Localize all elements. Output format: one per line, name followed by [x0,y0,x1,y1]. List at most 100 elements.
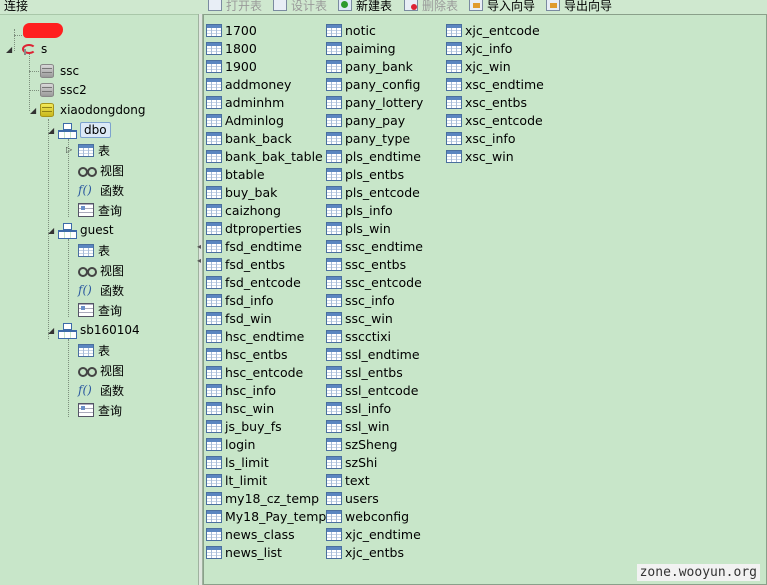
collapse-arrow-icon[interactable]: ◢ [48,226,54,235]
table-list-item[interactable]: hsc_win [206,399,274,417]
import-wizard-button[interactable]: 导入向导 [469,0,535,13]
table-list-item[interactable]: users [326,489,379,507]
table-list-item[interactable]: bank_back [206,129,292,147]
tree-item-tables[interactable]: 表 [78,241,110,259]
schema-node-sb160104[interactable]: sb160104 [58,321,140,339]
table-list-item[interactable]: xjc_entcode [446,21,540,39]
tree-item-queries[interactable]: 查询 [78,401,122,419]
table-list-item[interactable]: ssc_win [326,309,393,327]
table-list-item[interactable]: pls_endtime [326,147,421,165]
tree-item-views[interactable]: 视图 [78,261,124,279]
table-list-item[interactable]: Adminlog [206,111,284,129]
table-list-item[interactable]: xjc_entbs [326,543,404,561]
table-list-item[interactable]: pany_lottery [326,93,423,111]
table-list-item[interactable]: lt_limit [206,471,267,489]
table-list-item[interactable]: fsd_endtime [206,237,302,255]
table-list-item[interactable]: ssl_entcode [326,381,418,399]
table-list-item[interactable]: pany_type [326,129,410,147]
expand-arrow-icon[interactable]: ▷ [66,145,72,154]
table-list-item[interactable]: xsc_entcode [446,111,543,129]
table-list-item[interactable]: ssl_info [326,399,391,417]
tree-item-queries[interactable]: 查询 [78,201,122,219]
table-list-item[interactable]: ssc_entcode [326,273,422,291]
table-list-item[interactable]: xjc_endtime [326,525,421,543]
table-list-item[interactable]: paiming [326,39,396,57]
table-list-item[interactable]: fsd_entbs [206,255,285,273]
table-list-item[interactable]: addmoney [206,75,291,93]
tree-item-views[interactable]: 视图 [78,361,124,379]
new-table-button[interactable]: 新建表 [338,0,392,13]
collapse-arrow-icon[interactable]: ◢ [30,106,36,115]
splitter-grip-icon[interactable] [197,240,202,270]
table-list-item[interactable]: szSheng [326,435,397,453]
table-list-item[interactable]: xjc_win [446,57,511,75]
database-node-xiaodongdong[interactable]: xiaodongdong [40,101,146,119]
table-list-item[interactable]: news_list [206,543,282,561]
connection-node[interactable]: s [20,40,47,58]
table-list-item[interactable]: fsd_info [206,291,274,309]
table-list-item[interactable]: bank_bak_table [206,147,323,165]
table-list-item[interactable]: hsc_endtime [206,327,304,345]
table-list-item[interactable]: pany_pay [326,111,405,129]
table-list-item[interactable]: 1700 [206,21,257,39]
table-list-item[interactable]: 1900 [206,57,257,75]
table-list-item[interactable]: ssc_info [326,291,395,309]
table-list-item[interactable]: pls_info [326,201,393,219]
collapse-arrow-icon[interactable]: ◢ [6,45,12,54]
tree-item-tables[interactable]: 表 [78,141,110,159]
delete-table-button[interactable]: 删除表 [404,0,458,13]
table-list-item[interactable]: pany_config [326,75,420,93]
table-list-item[interactable]: login [206,435,255,453]
open-table-button[interactable]: 打开表 [208,0,262,13]
table-list-item[interactable]: xsc_info [446,129,515,147]
table-list-item[interactable]: hsc_entcode [206,363,303,381]
table-list-item[interactable]: hsc_entbs [206,345,288,363]
table-list-item[interactable]: xsc_endtime [446,75,544,93]
table-list-item[interactable]: my18_cz_temp [206,489,319,507]
table-list-item[interactable]: xjc_info [446,39,512,57]
table-list-item[interactable]: dtproperties [206,219,302,237]
table-list-item[interactable]: hsc_info [206,381,276,399]
schema-node-guest[interactable]: guest [58,221,114,239]
table-list-item[interactable]: buy_bak [206,183,277,201]
table-list-item[interactable]: pls_entbs [326,165,404,183]
table-list-item[interactable]: ssl_entbs [326,363,403,381]
table-list-item[interactable]: 1800 [206,39,257,57]
table-list-item[interactable]: ssl_endtime [326,345,420,363]
table-list-item[interactable]: xsc_win [446,147,514,165]
table-list-item[interactable]: caizhong [206,201,281,219]
tree-item-functions[interactable]: f() 函数 [78,381,124,399]
design-table-button[interactable]: 设计表 [273,0,327,13]
table-list-item[interactable]: sscctixi [326,327,391,345]
table-list-item[interactable]: My18_Pay_temp [206,507,326,525]
database-node-ssc2[interactable]: ssc2 [40,81,87,99]
tree-item-queries[interactable]: 查询 [78,301,122,319]
table-list-item[interactable]: ssc_entbs [326,255,406,273]
export-wizard-button[interactable]: 导出向导 [546,0,612,13]
table-list-item[interactable]: pls_entcode [326,183,420,201]
table-list-item[interactable]: ssc_endtime [326,237,423,255]
collapse-arrow-icon[interactable]: ◢ [48,126,54,135]
table-list-item[interactable]: btable [206,165,265,183]
table-list-item[interactable]: szShi [326,453,377,471]
table-list-item[interactable]: adminhm [206,93,284,111]
tree-item-functions[interactable]: f() 函数 [78,181,124,199]
collapse-arrow-icon[interactable]: ◢ [48,326,54,335]
tree-item-views[interactable]: 视图 [78,161,124,179]
table-list-item[interactable]: text [326,471,370,489]
database-node-ssc[interactable]: ssc [40,62,79,80]
schema-node-dbo[interactable]: dbo [58,121,111,139]
table-list-item[interactable]: fsd_win [206,309,272,327]
tree-item-tables[interactable]: 表 [78,341,110,359]
tree-item-functions[interactable]: f() 函数 [78,281,124,299]
table-list-item[interactable]: js_buy_fs [206,417,282,435]
table-list-item[interactable]: pls_win [326,219,391,237]
table-list-item[interactable]: ssl_win [326,417,389,435]
table-list-item[interactable]: ls_limit [206,453,269,471]
table-list-item[interactable]: news_class [206,525,295,543]
table-list-item[interactable]: xsc_entbs [446,93,527,111]
table-list-item[interactable]: pany_bank [326,57,413,75]
connection-label[interactable]: 连接 [4,0,28,14]
table-list-item[interactable]: webconfig [326,507,409,525]
table-list-item[interactable]: fsd_entcode [206,273,301,291]
